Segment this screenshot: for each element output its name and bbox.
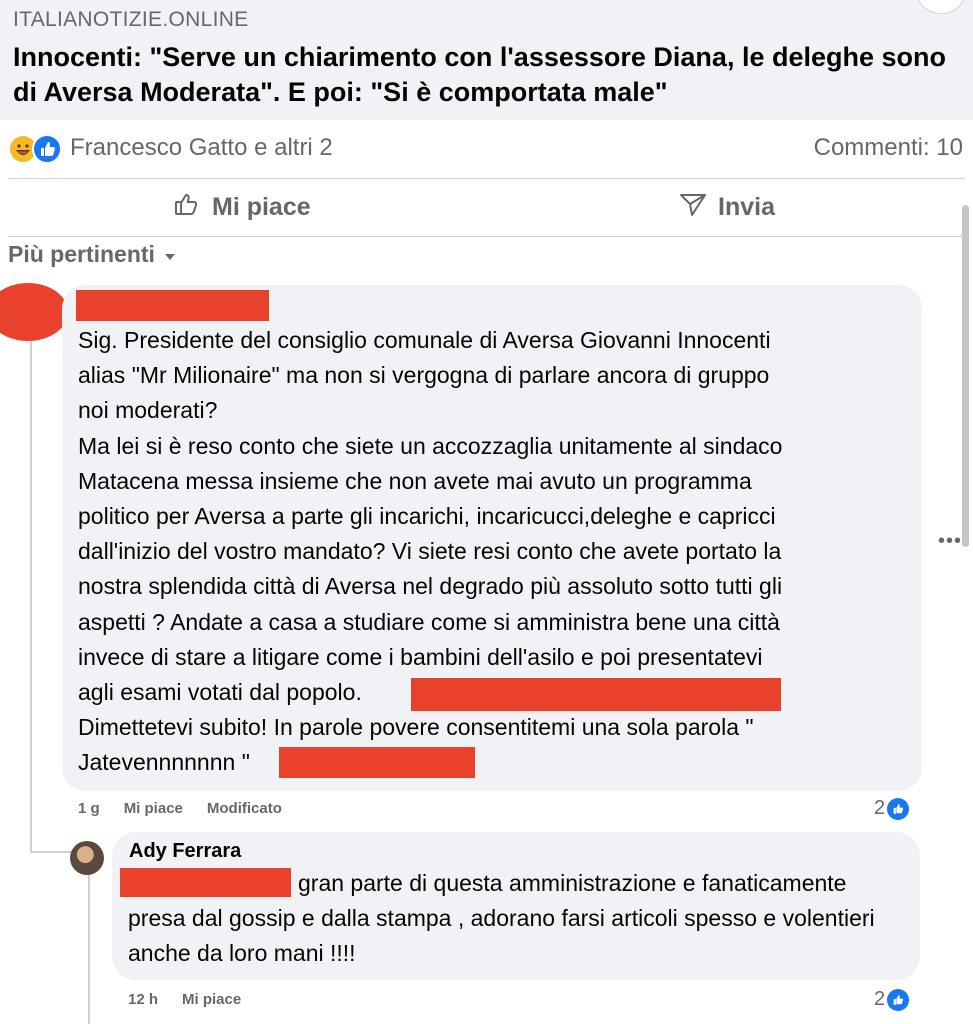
comment-meta: 1 g Mi piace Modificato <box>78 800 282 817</box>
reply-author[interactable]: Ady Ferrara <box>129 840 241 863</box>
reply-reactions[interactable]: 2 <box>874 988 910 1011</box>
reply-time[interactable]: 12 h <box>128 991 158 1008</box>
send-label: Invia <box>718 192 775 221</box>
send-button[interactable]: Invia <box>678 186 775 228</box>
avatar[interactable] <box>70 841 104 875</box>
reactions-summary[interactable]: Francesco Gatto e altri 2 Commenti: 10 <box>0 122 973 178</box>
like-icon <box>887 988 910 1011</box>
thumbs-up-icon <box>172 189 202 226</box>
more-options-icon[interactable]: ••• <box>938 530 962 553</box>
divider <box>8 178 965 179</box>
thread-line <box>30 341 32 853</box>
thread-line <box>88 872 90 1024</box>
divider <box>8 236 965 237</box>
caret-down-icon <box>163 241 177 268</box>
author-name-redacted <box>76 290 269 321</box>
redacted-text <box>279 747 475 778</box>
edited-label: Modificato <box>206 800 282 817</box>
scrollbar[interactable] <box>962 205 969 547</box>
sort-label: Più pertinenti <box>8 241 155 267</box>
link-headline[interactable]: Innocenti: "Serve un chiarimento con l'a… <box>13 40 958 110</box>
comment-reactions[interactable]: 2 <box>874 797 910 820</box>
reply-like-link[interactable]: Mi piace <box>182 991 241 1008</box>
send-icon <box>678 189 708 226</box>
avatar-redacted[interactable] <box>0 283 68 341</box>
thread-line <box>30 851 74 853</box>
like-icon <box>887 797 910 820</box>
reactors-text[interactable]: Francesco Gatto e altri 2 <box>70 134 333 162</box>
like-button[interactable]: Mi piace <box>172 186 311 228</box>
reply-text: gran parte di questa amministrazione e f… <box>128 870 875 966</box>
comment-sort-dropdown[interactable]: Più pertinenti <box>8 241 177 268</box>
reaction-count: 2 <box>874 797 886 819</box>
comment-time[interactable]: 1 g <box>78 800 100 817</box>
reaction-count: 2 <box>874 988 886 1010</box>
comment-like-link[interactable]: Mi piace <box>124 800 183 817</box>
like-icon <box>32 134 62 164</box>
comment-text: Sig. Presidente del consiglio comunale d… <box>78 327 783 776</box>
link-domain: ITALIANOTIZIE.ONLINE <box>13 8 249 31</box>
reply-meta: 12 h Mi piace <box>128 991 241 1008</box>
redacted-text <box>411 678 781 711</box>
comments-count[interactable]: Commenti: 10 <box>814 134 963 162</box>
like-label: Mi piace <box>212 192 311 221</box>
